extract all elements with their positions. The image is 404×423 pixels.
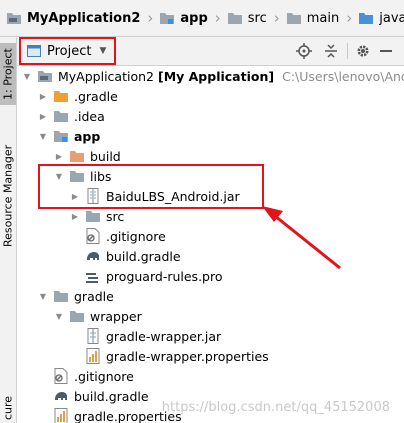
watermark: https://blog.csdn.net/qq_45152008 <box>161 400 390 415</box>
annotation-arrow-icon <box>262 206 341 270</box>
